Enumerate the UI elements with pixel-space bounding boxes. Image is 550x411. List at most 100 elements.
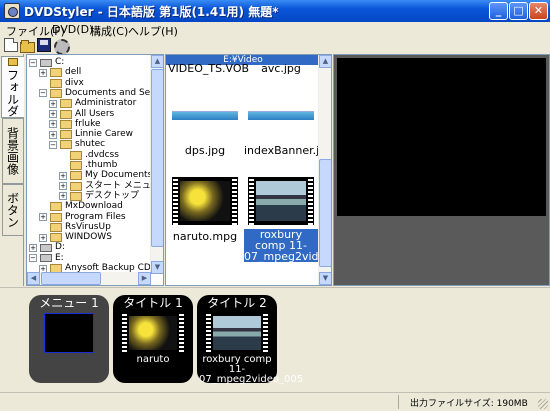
expand-icon[interactable]: + — [59, 192, 67, 201]
close-button[interactable]: ✕ — [529, 2, 548, 20]
status-separator — [398, 395, 399, 409]
tree-item-label: Program Files — [65, 211, 126, 222]
tree-item-label: E: — [55, 252, 64, 263]
app-icon[interactable] — [4, 3, 20, 19]
file-name: dps.jpg — [184, 144, 226, 157]
folder-icon — [50, 68, 62, 78]
expand-icon[interactable]: + — [49, 120, 57, 129]
video-thumbnail — [248, 177, 314, 225]
tree-item-label: デスクトップ — [85, 190, 140, 201]
file-item[interactable]: dps.jpg — [168, 111, 242, 161]
menu-thumbnail — [44, 313, 94, 353]
output-size: 出力ファイルサイズ: 190MB — [410, 399, 528, 409]
expand-icon[interactable]: + — [39, 68, 47, 77]
folder-icon — [70, 191, 82, 201]
collapse-icon[interactable]: − — [39, 89, 47, 98]
settings-icon[interactable] — [53, 38, 70, 55]
save-icon[interactable] — [37, 38, 51, 52]
minimize-button[interactable]: _ — [489, 2, 508, 20]
tree-item-label: dell — [65, 67, 82, 78]
file-name: VIDEO_TS.VOB — [168, 62, 250, 75]
video-thumbnail — [121, 312, 185, 354]
tab-buttons-label: ボタン — [5, 192, 20, 228]
folder-icon — [50, 202, 62, 212]
collapse-icon[interactable]: − — [29, 254, 37, 263]
tab-folders[interactable]: フォルダ — [1, 56, 24, 118]
card-title: タイトル 2 — [207, 296, 267, 310]
tree-vertical-scrollbar[interactable]: ▲ ▼ — [150, 55, 163, 274]
scroll-up-arrow[interactable]: ▲ — [151, 55, 163, 68]
expand-icon[interactable]: + — [39, 233, 47, 242]
drive-icon — [40, 58, 52, 67]
scroll-right-arrow[interactable]: ▶ — [138, 272, 151, 285]
file-item[interactable]: naruto.mpg — [168, 177, 242, 245]
title-bar[interactable]: DVDStyler - 日本語版 第1版(1.41用) 無題* _ □ ✕ — [0, 0, 550, 22]
open-folder-icon[interactable] — [20, 38, 35, 53]
tab-backgrounds[interactable]: 背景画像 — [2, 118, 23, 184]
tree-item-label: My Documents — [85, 170, 153, 181]
expand-icon[interactable]: + — [59, 182, 67, 191]
collapse-icon[interactable]: − — [49, 140, 57, 149]
scroll-down-arrow[interactable]: ▼ — [151, 261, 163, 274]
expand-icon[interactable]: + — [59, 171, 67, 180]
side-tab-strip: フォルダ 背景画像 ボタン — [0, 54, 24, 286]
collapse-icon[interactable]: − — [29, 58, 37, 67]
browser-vertical-scrollbar[interactable]: ▲ ▼ — [318, 55, 331, 285]
folder-icon — [70, 181, 82, 191]
title-card[interactable]: タイトル 2 roxbury comp 11-07_mpeg2video_005 — [197, 295, 304, 385]
expand-icon[interactable]: + — [49, 110, 57, 118]
file-item-selected[interactable]: roxbury comp 11-07_mpeg2video_005.mpg — [244, 177, 331, 275]
file-item[interactable]: VIDEO_TS.VOB — [168, 62, 250, 93]
tree-item-label: shutec — [75, 139, 106, 150]
folder-icon — [60, 130, 72, 140]
toolbar — [0, 38, 550, 55]
tree-item-label: Administrator — [75, 98, 137, 109]
menu-canvas[interactable] — [337, 58, 546, 216]
file-name: naruto.mpg — [172, 230, 238, 243]
menu-help[interactable]: ヘルプ(H) — [128, 23, 178, 39]
titleset-strip[interactable]: メニュー 1 タイトル 1 naruto タイトル 2 roxbury comp… — [0, 287, 550, 391]
title-card[interactable]: タイトル 1 naruto — [113, 295, 193, 383]
image-thumbnail — [248, 111, 314, 120]
folder-icon — [8, 57, 18, 66]
folder-icon — [70, 171, 82, 181]
expand-icon[interactable]: + — [49, 130, 57, 139]
file-name: avc.jpg — [261, 62, 301, 75]
scroll-up-arrow[interactable]: ▲ — [319, 55, 331, 68]
folder-icon — [50, 233, 62, 243]
folder-icon — [70, 150, 82, 160]
tree-item-label: Linnie Carew — [75, 129, 134, 140]
maximize-button[interactable]: □ — [509, 2, 528, 20]
image-thumbnail — [172, 111, 238, 120]
drive-icon — [40, 243, 52, 252]
menu-bar: ファイル(F) DVD(D) 構成(C) ヘルプ(H) — [0, 22, 550, 38]
scroll-thumb[interactable] — [319, 159, 331, 267]
expand-icon[interactable]: + — [39, 213, 47, 221]
menu-preview-panel[interactable] — [333, 54, 550, 286]
scroll-left-arrow[interactable]: ◀ — [27, 272, 40, 285]
file-name: indexBanner.jpg — [244, 144, 332, 157]
hscroll-thumb[interactable] — [41, 272, 101, 285]
tree-item-label: .dvdcss — [85, 149, 119, 160]
video-thumbnail — [172, 177, 238, 225]
tree-item-label: .thumb — [85, 160, 118, 170]
menu-card[interactable]: メニュー 1 — [29, 295, 109, 383]
file-browser[interactable]: E:¥Video VIDEO_TS.VOB avc.jpg dps.jpg in… — [165, 54, 332, 286]
file-item[interactable]: avc.jpg — [244, 63, 318, 93]
card-label: naruto — [136, 354, 170, 365]
file-item[interactable]: indexBanner.jpg — [244, 111, 332, 171]
tree-horizontal-scrollbar[interactable]: ◀ ▶ — [27, 272, 151, 285]
menu-dvd[interactable]: DVD(D) — [52, 23, 93, 36]
folder-icon — [50, 88, 62, 98]
expand-icon[interactable]: + — [29, 243, 37, 252]
card-label: roxbury comp 11-07_mpeg2video_005 — [199, 354, 304, 385]
tab-buttons[interactable]: ボタン — [2, 184, 23, 236]
new-file-icon[interactable] — [4, 38, 18, 52]
scroll-thumb[interactable] — [151, 69, 163, 247]
scroll-down-arrow[interactable]: ▼ — [319, 272, 331, 285]
expand-icon[interactable]: + — [49, 99, 57, 108]
folder-tree[interactable]: −C:+delldivx−Documents and Settings+Admi… — [26, 54, 164, 286]
tree-item-label: All Users — [75, 108, 115, 119]
resize-grip[interactable] — [538, 399, 548, 409]
menu-configure[interactable]: 構成(C) — [90, 23, 128, 39]
